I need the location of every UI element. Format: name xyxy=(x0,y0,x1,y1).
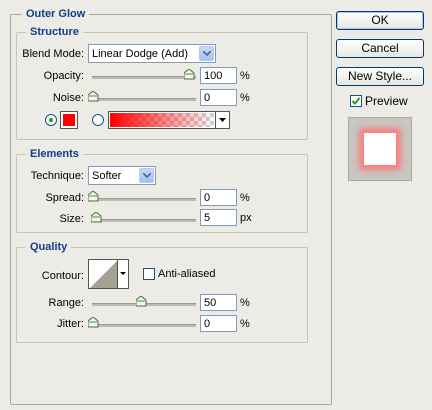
new-style-button[interactable]: New Style... xyxy=(336,67,424,86)
spread-input[interactable]: 0 xyxy=(200,189,237,206)
ok-button[interactable]: OK xyxy=(336,11,424,30)
size-slider-thumb[interactable] xyxy=(91,212,102,223)
opacity-slider-thumb[interactable] xyxy=(184,69,195,80)
range-slider-thumb[interactable] xyxy=(136,296,147,307)
gradient-picker[interactable] xyxy=(108,111,230,129)
jitter-label: Jitter: xyxy=(57,318,84,330)
preview-label: Preview xyxy=(365,94,408,108)
size-label: Size: xyxy=(59,213,84,225)
spread-slider-track[interactable] xyxy=(92,198,196,201)
solid-color-swatch[interactable] xyxy=(60,111,78,129)
preview-checkbox[interactable] xyxy=(350,95,362,107)
noise-slider-track[interactable] xyxy=(92,98,196,101)
gradient-radio[interactable] xyxy=(92,114,104,126)
swatch-fill xyxy=(63,114,75,126)
preview-glow-square xyxy=(364,133,396,165)
contour-linear-icon xyxy=(90,260,118,288)
elements-title: Elements xyxy=(26,148,83,160)
style-preview-swatch xyxy=(348,117,412,181)
blend-mode-select[interactable]: Linear Dodge (Add) xyxy=(88,44,216,63)
radio-selected-dot xyxy=(49,118,53,122)
size-input[interactable]: 5 xyxy=(200,209,237,226)
gradient-dropdown[interactable] xyxy=(215,112,229,128)
structure-title: Structure xyxy=(26,26,83,38)
spread-unit: % xyxy=(240,192,250,204)
panel-title: Outer Glow xyxy=(22,8,90,20)
opacity-label: Opacity: xyxy=(43,70,84,82)
chevron-down-icon xyxy=(139,168,154,183)
technique-select[interactable]: Softer xyxy=(88,166,156,185)
noise-label: Noise: xyxy=(52,92,84,104)
opacity-slider-track[interactable] xyxy=(92,76,196,79)
anti-aliased-label: Anti-aliased xyxy=(158,268,216,280)
range-unit: % xyxy=(240,297,250,309)
spread-slider-thumb[interactable] xyxy=(88,191,99,202)
noise-input[interactable]: 0 xyxy=(200,89,237,106)
caret-down-icon xyxy=(219,118,226,122)
contour-picker[interactable] xyxy=(88,259,129,289)
noise-slider-thumb[interactable] xyxy=(88,91,99,102)
range-label: Range: xyxy=(48,297,84,309)
jitter-unit: % xyxy=(240,318,250,330)
solid-color-radio[interactable] xyxy=(45,114,57,126)
quality-title: Quality xyxy=(26,241,72,253)
range-input[interactable]: 50 xyxy=(200,294,237,311)
anti-aliased-checkbox[interactable] xyxy=(143,268,155,280)
spread-label: Spread: xyxy=(45,192,84,204)
size-unit: px xyxy=(240,212,252,224)
chevron-down-icon xyxy=(199,46,214,61)
blend-mode-label: Blend Mode: xyxy=(22,48,84,60)
technique-value: Softer xyxy=(92,170,122,182)
gradient-preview xyxy=(110,113,214,127)
noise-unit: % xyxy=(240,92,250,104)
jitter-slider-thumb[interactable] xyxy=(88,317,99,328)
opacity-input[interactable]: 100 xyxy=(200,67,237,84)
technique-label: Technique: xyxy=(30,170,84,182)
caret-down-icon xyxy=(120,272,126,275)
size-slider-track[interactable] xyxy=(92,219,196,222)
blend-mode-value: Linear Dodge (Add) xyxy=(92,48,189,60)
jitter-input[interactable]: 0 xyxy=(200,315,237,332)
contour-dropdown[interactable] xyxy=(117,260,128,288)
opacity-unit: % xyxy=(240,70,250,82)
checkmark-icon xyxy=(351,97,361,105)
cancel-button[interactable]: Cancel xyxy=(336,39,424,58)
jitter-slider-track[interactable] xyxy=(92,324,196,327)
contour-label: Contour: xyxy=(41,270,84,282)
